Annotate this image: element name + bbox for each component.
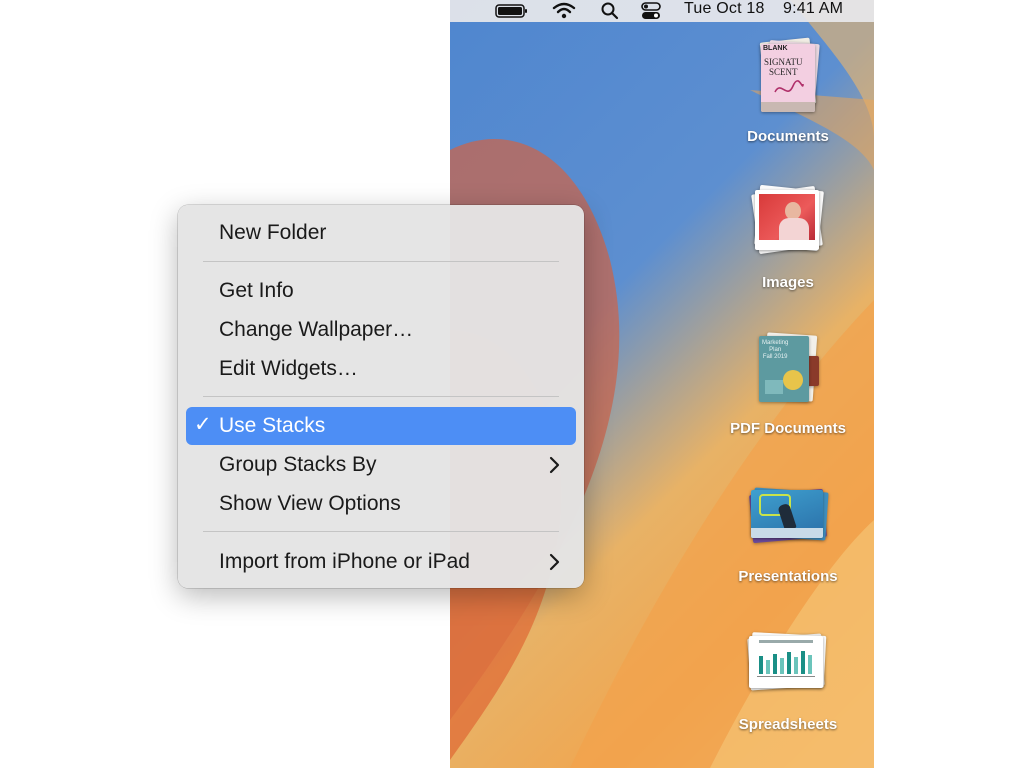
menu-item-label: Use Stacks	[219, 414, 326, 437]
pdf-stack-thumbnail: Marketing Plan Fall 2019	[743, 330, 833, 414]
menu-item-use-stacks[interactable]: ✓ Use Stacks	[186, 407, 576, 445]
menu-separator	[203, 396, 559, 397]
menu-item-label: Group Stacks By	[219, 453, 377, 476]
stack-label-presentations: Presentations	[738, 568, 838, 585]
checkmark-icon: ✓	[194, 413, 212, 436]
menu-item-get-info[interactable]: Get Info	[186, 272, 576, 310]
menu-item-label: Import from iPhone or iPad	[219, 550, 470, 573]
menu-item-label: New Folder	[219, 221, 327, 244]
menu-item-show-view-options[interactable]: Show View Options	[186, 485, 576, 523]
menu-item-label: Show View Options	[219, 492, 401, 515]
desktop-context-menu: New Folder Get Info Change Wallpaper… Ed…	[178, 205, 584, 588]
menu-item-import-from-iphone[interactable]: Import from iPhone or iPad	[186, 543, 576, 581]
documents-thumb-text-2: SIGNATU	[764, 57, 803, 67]
menu-item-label: Edit Widgets…	[219, 357, 358, 380]
menu-bar: Tue Oct 18 9:41 AM	[450, 0, 874, 22]
pdf-thumb-text-1: Marketing	[762, 340, 789, 346]
screen: Tue Oct 18 9:41 AM BLANK SIGNATU SCENT D…	[0, 0, 1024, 768]
menu-item-label: Change Wallpaper…	[219, 318, 414, 341]
documents-stack-thumbnail: BLANK SIGNATU SCENT	[743, 37, 833, 122]
chevron-right-icon	[549, 456, 560, 474]
stack-images[interactable]: Images	[718, 184, 858, 291]
stack-pdf-documents[interactable]: Marketing Plan Fall 2019 PDF Documents	[718, 330, 858, 437]
menu-item-change-wallpaper[interactable]: Change Wallpaper…	[186, 311, 576, 349]
stack-label-pdf-documents: PDF Documents	[730, 420, 846, 437]
menu-separator	[203, 261, 559, 262]
documents-thumb-text-1: BLANK	[763, 45, 788, 52]
spreadsheets-stack-thumbnail	[743, 626, 833, 710]
stack-presentations[interactable]: Presentations	[718, 478, 858, 585]
stack-spreadsheets[interactable]: Spreadsheets	[718, 626, 858, 733]
menu-item-label: Get Info	[219, 279, 294, 302]
images-stack-thumbnail	[743, 184, 833, 268]
documents-thumb-text-3: SCENT	[769, 67, 798, 77]
menu-separator	[203, 531, 559, 532]
menubar-time[interactable]: 9:41 AM	[783, 0, 843, 22]
pdf-thumb-text-3: Fall 2019	[762, 354, 788, 360]
stack-label-spreadsheets: Spreadsheets	[738, 716, 838, 733]
presentations-stack-thumbnail	[743, 478, 833, 562]
search-icon[interactable]	[600, 0, 620, 22]
stack-label-documents: Documents	[747, 128, 829, 145]
menubar-date[interactable]: Tue Oct 18	[684, 0, 765, 22]
wifi-icon[interactable]	[552, 0, 576, 22]
menu-item-group-stacks-by[interactable]: Group Stacks By	[186, 446, 576, 484]
stack-label-images: Images	[762, 274, 814, 291]
menu-item-edit-widgets[interactable]: Edit Widgets…	[186, 350, 576, 388]
stack-documents[interactable]: BLANK SIGNATU SCENT Documents	[718, 37, 858, 145]
menu-item-new-folder[interactable]: New Folder	[186, 214, 576, 252]
chevron-right-icon	[549, 553, 560, 571]
battery-icon[interactable]	[495, 0, 529, 22]
pdf-thumb-text-2: Plan	[769, 347, 782, 353]
control-center-icon[interactable]	[640, 0, 662, 22]
